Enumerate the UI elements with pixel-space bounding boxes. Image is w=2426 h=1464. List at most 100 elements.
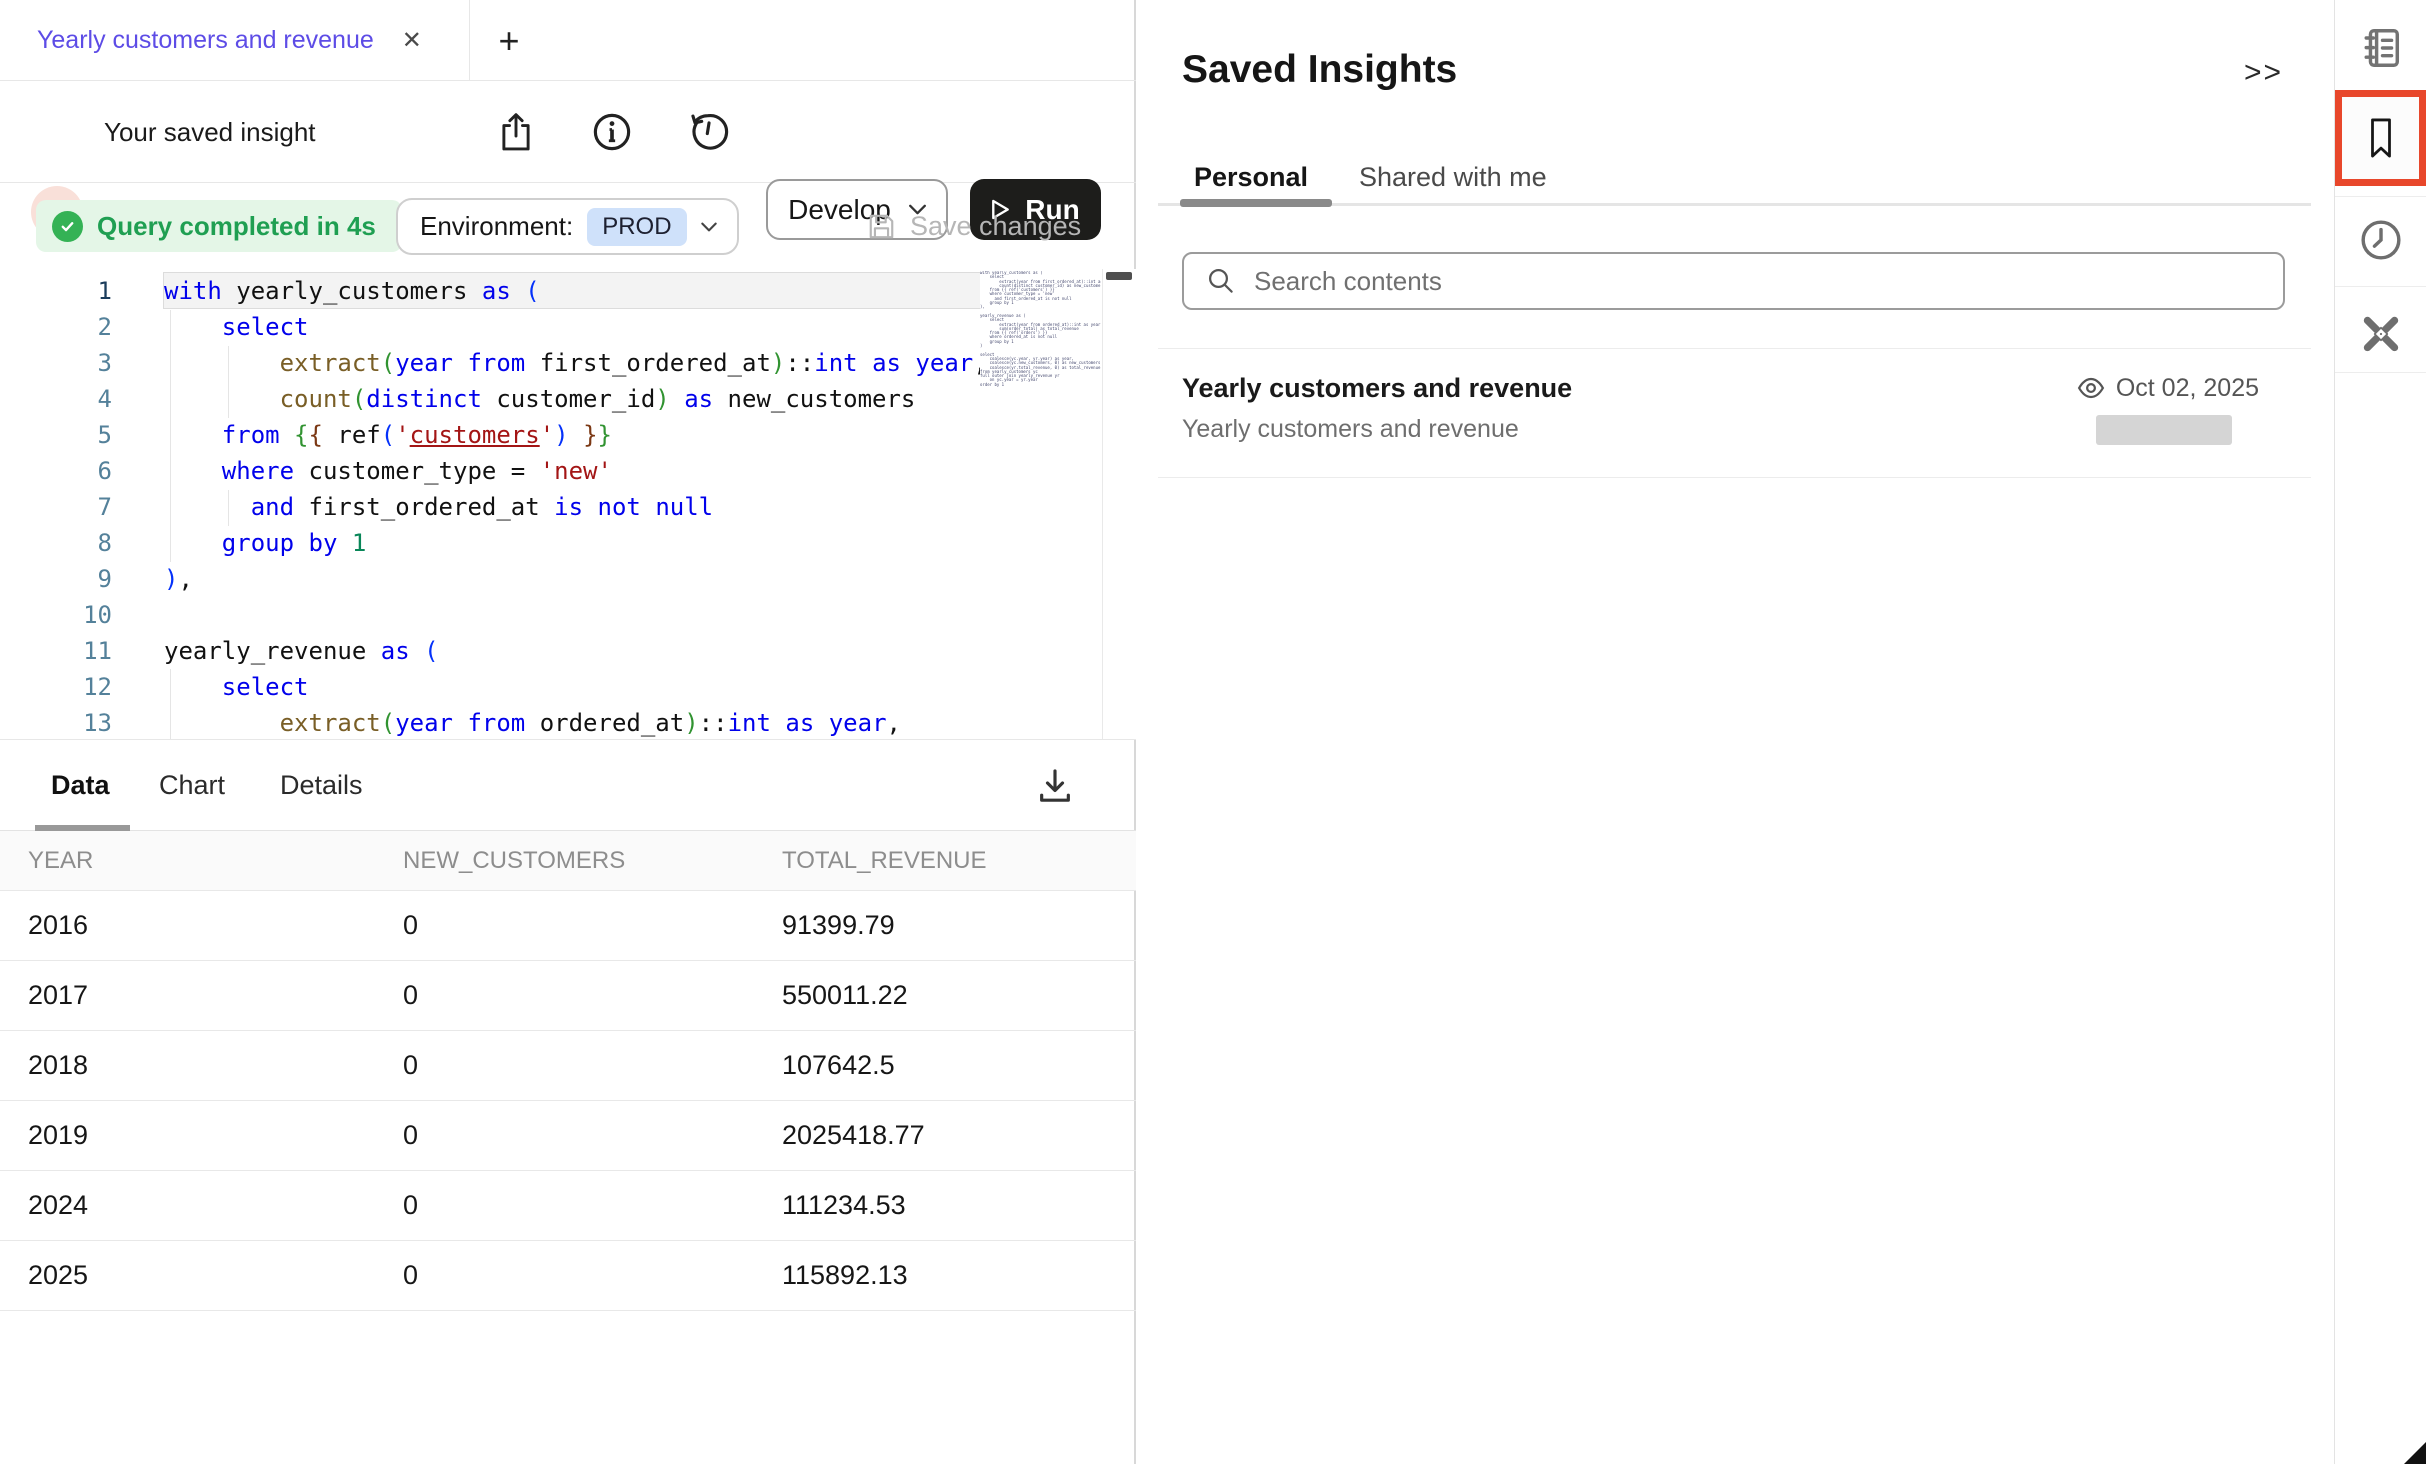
bookmark-icon — [2364, 116, 2398, 160]
code-text: extract(year from first_ordered_at)::int… — [112, 345, 988, 381]
table-cell: 2024 — [0, 1190, 375, 1221]
tab-title: Yearly customers and revenue — [37, 26, 374, 55]
code-line[interactable]: 11yearly_revenue as ( — [0, 633, 1103, 669]
search-icon — [1206, 266, 1236, 296]
insight-label: Your saved insight — [104, 81, 316, 183]
collapse-panel-button[interactable]: >> — [2244, 56, 2283, 90]
download-button[interactable] — [1030, 762, 1080, 810]
new-tab-button[interactable]: + — [486, 0, 532, 81]
table-row: 20170550011.22 — [0, 961, 1136, 1031]
line-number: 5 — [0, 417, 112, 453]
explorer-button[interactable] — [2335, 306, 2426, 362]
saved-insights-panel: Saved Insights >> Personal Shared with m… — [1138, 0, 2333, 1464]
line-number: 11 — [0, 633, 112, 669]
tab-bar: Yearly customers and revenue ✕ + — [0, 0, 1136, 81]
line-number: 3 — [0, 345, 112, 381]
code-line[interactable]: 9), — [0, 561, 1103, 597]
environment-selector[interactable]: Environment: PROD — [396, 198, 739, 255]
insight-meta: Oct 02, 2025 — [2076, 373, 2259, 403]
minimap-code: with yearly_customers as ( select extrac… — [980, 271, 1101, 387]
scrollbar-thumb[interactable] — [1106, 272, 1132, 280]
table-row: 20250115892.13 — [0, 1241, 1136, 1311]
tab-details[interactable]: Details — [280, 740, 363, 831]
code-line[interactable]: 3 extract(year from first_ordered_at)::i… — [0, 345, 1103, 381]
chevron-down-icon — [701, 222, 717, 232]
insight-subtitle: Yearly customers and revenue — [1182, 415, 1519, 444]
code-line[interactable]: 12 select — [0, 669, 1103, 705]
table-cell: 2016 — [0, 910, 375, 941]
line-number: 4 — [0, 381, 112, 417]
line-number: 6 — [0, 453, 112, 489]
table-cell: 2025418.77 — [754, 1120, 1136, 1151]
info-button[interactable] — [588, 108, 636, 156]
history-icon — [687, 111, 729, 153]
insight-owner-chip — [2096, 415, 2232, 445]
tab-shared-with-me[interactable]: Shared with me — [1359, 162, 1547, 193]
line-number: 2 — [0, 309, 112, 345]
save-changes-button[interactable]: Save changes — [866, 198, 1081, 255]
table-cell: 2025 — [0, 1260, 375, 1291]
corner-resize-mark — [2404, 1442, 2426, 1464]
check-icon — [52, 211, 83, 242]
divider — [1158, 477, 2311, 478]
code-line[interactable]: 7 and first_ordered_at is not null — [0, 489, 1103, 525]
code-line[interactable]: 1with yearly_customers as ( — [0, 273, 1103, 309]
sql-editor[interactable]: 1with yearly_customers as (2 select3 ext… — [0, 269, 1136, 739]
code-text: where customer_type = 'new' — [112, 453, 612, 489]
code-text: select — [112, 669, 309, 705]
share-button[interactable] — [492, 108, 540, 156]
download-icon — [1035, 766, 1075, 806]
panel-title: Saved Insights — [1182, 48, 1457, 92]
right-icon-rail — [2334, 0, 2426, 1464]
share-icon — [496, 111, 536, 153]
table-cell: 0 — [375, 1120, 754, 1151]
line-number: 1 — [0, 273, 112, 309]
table-cell: 0 — [375, 980, 754, 1011]
tab-personal[interactable]: Personal — [1194, 162, 1308, 193]
notebook-icon — [2358, 25, 2404, 71]
status-bar: Query completed in 4s Environment: PROD … — [0, 183, 1136, 269]
code-line[interactable]: 2 select — [0, 309, 1103, 345]
catalog-button[interactable] — [2335, 22, 2426, 74]
editor-divider — [1102, 269, 1103, 739]
history-rail-button[interactable] — [2335, 214, 2426, 266]
code-text: from {{ ref('customers') }} — [112, 417, 612, 453]
table-row: 20240111234.53 — [0, 1171, 1136, 1241]
table-cell: 0 — [375, 1260, 754, 1291]
tab-separator — [469, 0, 470, 81]
query-status-badge: Query completed in 4s — [36, 200, 402, 252]
code-line[interactable]: 5 from {{ ref('customers') }} — [0, 417, 1103, 453]
tab-data[interactable]: Data — [51, 740, 110, 831]
line-number: 12 — [0, 669, 112, 705]
tab-chart[interactable]: Chart — [159, 740, 225, 831]
close-icon[interactable]: ✕ — [402, 26, 422, 55]
code-text: yearly_revenue as ( — [112, 633, 439, 669]
code-line[interactable]: 6 where customer_type = 'new' — [0, 453, 1103, 489]
editor-minimap[interactable]: with yearly_customers as ( select extrac… — [980, 271, 1101, 735]
code-line[interactable]: 10 — [0, 597, 1103, 633]
column-header-new-customers: NEW_CUSTOMERS — [375, 847, 754, 875]
column-header-year: YEAR — [0, 847, 375, 875]
code-text: select — [112, 309, 309, 345]
code-line[interactable]: 8 group by 1 — [0, 525, 1103, 561]
table-header: YEAR NEW_CUSTOMERS TOTAL_REVENUE — [0, 831, 1136, 891]
code-text: ), — [112, 561, 193, 597]
line-number: 9 — [0, 561, 112, 597]
insight-list-item[interactable]: Yearly customers and revenueYearly custo… — [1138, 349, 2333, 477]
table-cell: 2017 — [0, 980, 375, 1011]
search-contents-box — [1182, 252, 2285, 310]
bookmarks-button-selected[interactable] — [2335, 90, 2426, 186]
line-number: 8 — [0, 525, 112, 561]
tab-yearly-customers[interactable]: Yearly customers and revenue ✕ — [0, 0, 422, 81]
history-button[interactable] — [684, 108, 732, 156]
search-input[interactable] — [1254, 266, 2154, 297]
table-cell: 111234.53 — [754, 1190, 1136, 1221]
clock-icon — [2358, 217, 2404, 263]
query-status-text: Query completed in 4s — [97, 211, 376, 242]
line-number: 13 — [0, 705, 112, 739]
code-line[interactable]: 4 count(distinct customer_id) as new_cus… — [0, 381, 1103, 417]
code-text: extract(year from ordered_at)::int as ye… — [112, 705, 901, 739]
editor-panel: Yearly customers and revenue ✕ + BL Your… — [0, 0, 1136, 1464]
code-line[interactable]: 13 extract(year from ordered_at)::int as… — [0, 705, 1103, 739]
insight-toolbar: BL Your saved insight Develop — [0, 81, 1136, 183]
